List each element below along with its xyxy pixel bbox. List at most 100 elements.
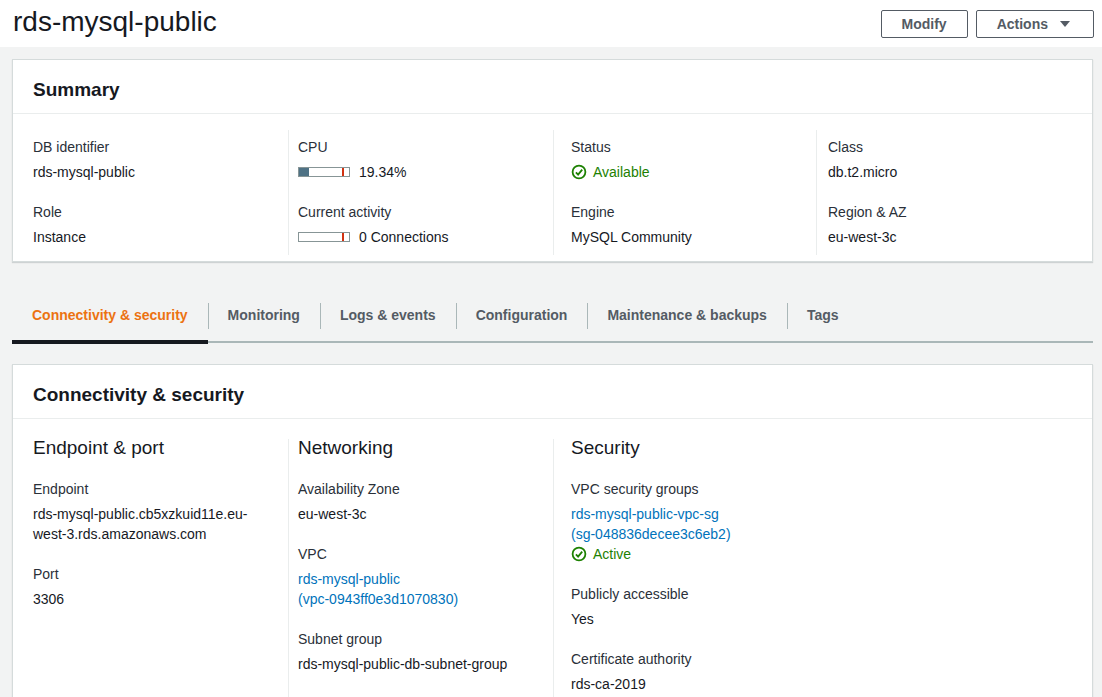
summary-col-identity: DB identifier rds-mysql-public Role Inst…: [13, 118, 288, 247]
role-label: Role: [33, 202, 268, 222]
region-az-field: Region & AZ eu-west-3c: [828, 202, 1072, 247]
cpu-label: CPU: [298, 137, 533, 157]
availability-zone-value: eu-west-3c: [298, 504, 533, 524]
tab-logs-events[interactable]: Logs & events: [320, 292, 456, 341]
port-value: 3306: [33, 589, 268, 609]
tab-monitoring[interactable]: Monitoring: [208, 292, 320, 341]
endpoint-port-heading: Endpoint & port: [33, 436, 268, 459]
check-circle-icon: [571, 164, 587, 180]
tab-tags[interactable]: Tags: [787, 292, 859, 341]
region-az-label: Region & AZ: [828, 202, 1072, 222]
caret-down-icon: [1060, 21, 1070, 27]
db-identifier-value: rds-mysql-public: [33, 162, 268, 182]
status-badge: Available: [571, 162, 796, 182]
certificate-authority-label: Certificate authority: [571, 649, 796, 669]
cpu-value-row: 19.34%: [298, 162, 533, 182]
availability-zone-field: Availability Zone eu-west-3c: [298, 479, 533, 524]
tab-maintenance-backups[interactable]: Maintenance & backups: [587, 292, 787, 341]
connectivity-card-header: Connectivity & security: [13, 365, 1092, 419]
actions-button[interactable]: Actions: [976, 10, 1094, 38]
publicly-accessible-field: Publicly accessible Yes: [571, 584, 796, 629]
security-column: Security VPC security groups rds-mysql-p…: [553, 423, 816, 694]
cpu-usage-bar: [298, 167, 350, 177]
port-label: Port: [33, 564, 268, 584]
vpc-security-groups-field: VPC security groups rds-mysql-public-vpc…: [571, 479, 796, 564]
vpc-security-group-link[interactable]: rds-mysql-public-vpc-sg (sg-048836decee3…: [571, 504, 796, 544]
current-activity-bar: [298, 232, 350, 242]
engine-value: MySQL Community: [571, 227, 796, 247]
endpoint-port-column: Endpoint & port Endpoint rds-mysql-publi…: [13, 423, 288, 694]
summary-col-class: Class db.t2.micro Region & AZ eu-west-3c: [816, 118, 1092, 247]
security-group-status-value: Active: [593, 544, 631, 564]
modify-button[interactable]: Modify: [881, 10, 968, 38]
vpc-security-groups-value: rds-mysql-public-vpc-sg (sg-048836decee3…: [571, 504, 796, 544]
vpc-security-group-link-line2: (sg-048836decee3c6eb2): [571, 524, 796, 544]
page-header: rds-mysql-public Modify Actions: [0, 0, 1102, 47]
class-field: Class db.t2.micro: [828, 137, 1072, 182]
security-heading: Security: [571, 436, 796, 459]
connectivity-title: Connectivity & security: [33, 383, 1072, 406]
vpc-link[interactable]: rds-mysql-public (vpc-0943ff0e3d1070830): [298, 569, 533, 609]
cpu-value: 19.34%: [359, 162, 406, 182]
vpc-field: VPC rds-mysql-public (vpc-0943ff0e3d1070…: [298, 544, 533, 609]
role-value: Instance: [33, 227, 268, 247]
port-field: Port 3306: [33, 564, 268, 609]
status-value: Available: [593, 162, 650, 182]
current-activity-field: Current activity 0 Connections: [298, 202, 533, 247]
vpc-security-group-link-line1: rds-mysql-public-vpc-sg: [571, 504, 796, 524]
role-field: Role Instance: [33, 202, 268, 247]
db-identifier-field: DB identifier rds-mysql-public: [33, 137, 268, 182]
detail-tabs: Connectivity & security Monitoring Logs …: [12, 292, 1093, 343]
summary-col-status: Status Available Engine MySQL Community: [553, 118, 816, 247]
actions-button-label: Actions: [997, 16, 1048, 32]
endpoint-value-line2: west-3.rds.amazonaws.com: [33, 524, 268, 544]
subnet-group-field: Subnet group rds-mysql-public-db-subnet-…: [298, 629, 533, 674]
networking-column: Networking Availability Zone eu-west-3c …: [288, 423, 553, 694]
endpoint-value-line1: rds-mysql-public.cb5xzkuid11e.eu-: [33, 504, 268, 524]
connectivity-security-card: Connectivity & security Endpoint & port …: [12, 364, 1093, 697]
subnet-group-label: Subnet group: [298, 629, 533, 649]
cpu-usage-bar-fill: [299, 168, 309, 176]
endpoint-label: Endpoint: [33, 479, 268, 499]
vpc-value: rds-mysql-public (vpc-0943ff0e3d1070830): [298, 569, 533, 609]
vpc-label: VPC: [298, 544, 533, 564]
engine-label: Engine: [571, 202, 796, 222]
connectivity-card-body: Endpoint & port Endpoint rds-mysql-publi…: [13, 419, 1092, 697]
cpu-usage-bar-threshold: [342, 168, 344, 176]
status-label: Status: [571, 137, 796, 157]
current-activity-value-row: 0 Connections: [298, 227, 533, 247]
current-activity-value: 0 Connections: [359, 227, 449, 247]
publicly-accessible-value: Yes: [571, 609, 796, 629]
db-identifier-label: DB identifier: [33, 137, 268, 157]
subnet-group-value: rds-mysql-public-db-subnet-group: [298, 654, 533, 674]
connectivity-empty-column: [816, 423, 1092, 694]
cpu-field: CPU 19.34%: [298, 137, 533, 182]
publicly-accessible-label: Publicly accessible: [571, 584, 796, 604]
modify-button-label: Modify: [902, 16, 947, 32]
availability-zone-label: Availability Zone: [298, 479, 533, 499]
certificate-authority-field: Certificate authority rds-ca-2019: [571, 649, 796, 694]
tab-configuration[interactable]: Configuration: [456, 292, 588, 341]
certificate-authority-value: rds-ca-2019: [571, 674, 796, 694]
page-title: rds-mysql-public: [13, 9, 217, 35]
security-group-status-badge: Active: [571, 544, 796, 564]
class-label: Class: [828, 137, 1072, 157]
current-activity-bar-threshold: [342, 233, 344, 241]
current-activity-label: Current activity: [298, 202, 533, 222]
tab-connectivity-security[interactable]: Connectivity & security: [12, 292, 208, 341]
summary-card: Summary DB identifier rds-mysql-public R…: [12, 59, 1093, 262]
endpoint-field: Endpoint rds-mysql-public.cb5xzkuid11e.e…: [33, 479, 268, 544]
summary-card-header: Summary: [13, 60, 1092, 114]
summary-card-body: DB identifier rds-mysql-public Role Inst…: [13, 114, 1092, 261]
header-actions: Modify Actions: [881, 9, 1094, 38]
networking-heading: Networking: [298, 436, 533, 459]
summary-title: Summary: [33, 78, 1072, 101]
vpc-link-line2: (vpc-0943ff0e3d1070830): [298, 589, 533, 609]
class-value: db.t2.micro: [828, 162, 1072, 182]
summary-col-metrics: CPU 19.34% Current activity 0 Conne: [288, 118, 553, 247]
vpc-security-groups-label: VPC security groups: [571, 479, 796, 499]
vpc-link-line1: rds-mysql-public: [298, 569, 533, 589]
region-az-value: eu-west-3c: [828, 227, 1072, 247]
engine-field: Engine MySQL Community: [571, 202, 796, 247]
check-circle-icon: [571, 546, 587, 562]
